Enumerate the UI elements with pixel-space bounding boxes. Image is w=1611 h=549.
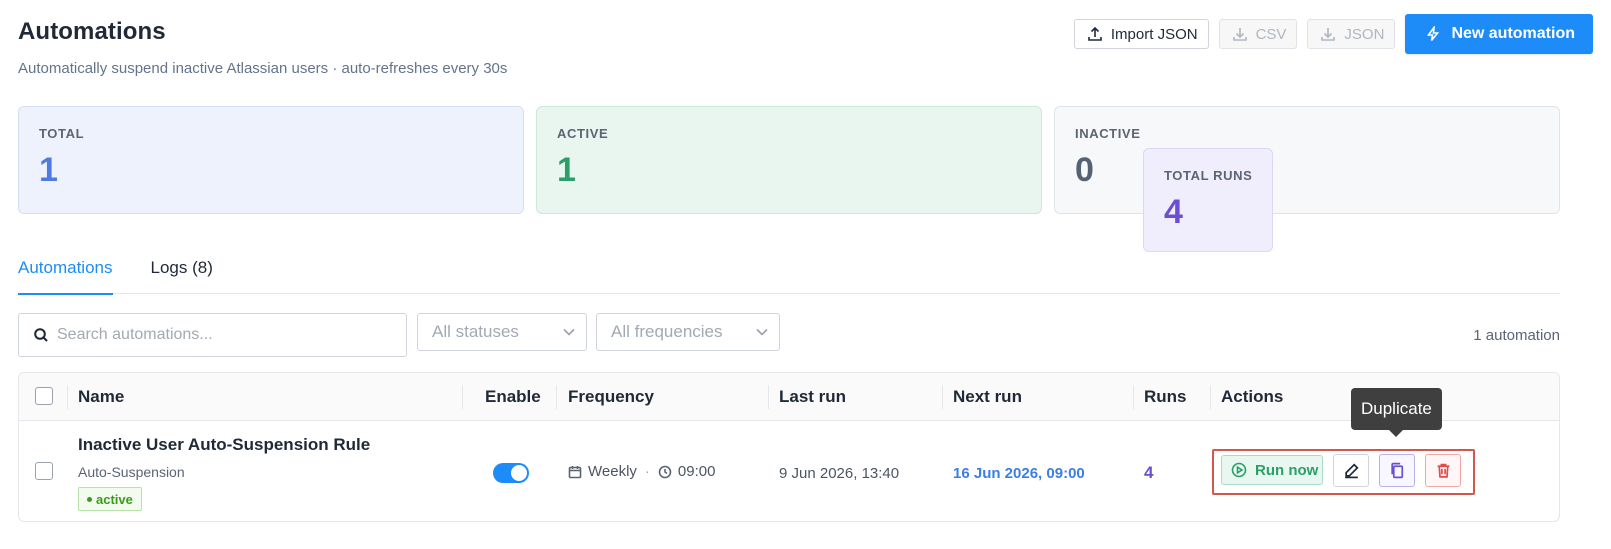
pencil-icon	[1344, 463, 1359, 479]
stat-value: 4	[1164, 193, 1183, 231]
tab-bar: Automations Logs (8)	[18, 248, 1560, 295]
filter-toolbar: All statuses All frequencies 1 automatio…	[18, 313, 1560, 357]
copy-icon	[1390, 462, 1403, 479]
lightning-icon	[1427, 26, 1440, 41]
stat-card-total: TOTAL 1	[18, 106, 524, 214]
column-divider	[1210, 385, 1211, 409]
tab-automations[interactable]: Automations	[18, 248, 113, 295]
status-filter-select[interactable]: All statuses	[417, 313, 587, 351]
stat-card-active: ACTIVE 1	[536, 106, 1042, 214]
search-box[interactable]	[18, 313, 407, 357]
stats-row: TOTAL 1 ACTIVE 1 INACTIVE 0 TOTAL RUNS 4	[18, 106, 1560, 252]
status-filter-value: All statuses	[432, 322, 519, 341]
status-badge: active	[78, 487, 142, 511]
last-run-value: 9 Jun 2026, 13:40	[779, 465, 900, 482]
column-header-name[interactable]: Name	[78, 387, 124, 407]
frequency-value: Weekly	[588, 463, 637, 480]
stat-label: TOTAL RUNS	[1164, 168, 1253, 183]
stat-value: 1	[39, 151, 58, 189]
edit-button[interactable]	[1333, 454, 1369, 487]
import-json-button[interactable]: Import JSON	[1073, 19, 1209, 49]
column-divider	[462, 385, 463, 409]
status-dot-icon	[87, 496, 92, 502]
new-automation-label: New automation	[1451, 25, 1575, 42]
automations-table: Name Enable Frequency Last run Next run …	[18, 372, 1560, 522]
stat-label: TOTAL	[39, 126, 85, 141]
new-automation-button[interactable]: New automation	[1405, 14, 1593, 54]
table-header: Name Enable Frequency Last run Next run …	[19, 373, 1559, 421]
enable-toggle[interactable]	[493, 463, 529, 483]
frequency-cell: Weekly · 09:00	[568, 463, 715, 480]
column-divider	[556, 385, 557, 409]
row-checkbox[interactable]	[35, 462, 53, 480]
stat-card-total-runs: TOTAL RUNS 4	[1143, 148, 1274, 252]
search-input[interactable]	[57, 326, 387, 344]
column-header-last-run[interactable]: Last run	[779, 387, 846, 407]
column-divider	[67, 385, 68, 409]
export-csv-label: CSV	[1255, 25, 1287, 43]
column-divider	[768, 385, 769, 409]
column-divider	[942, 385, 943, 409]
chevron-down-icon	[756, 328, 768, 336]
frequency-filter-value: All frequencies	[611, 322, 723, 341]
result-count: 1 automation	[1473, 327, 1560, 344]
run-now-label: Run now	[1255, 461, 1319, 479]
separator-dot: ·	[644, 463, 650, 480]
duplicate-button[interactable]	[1379, 454, 1415, 487]
automation-name[interactable]: Inactive User Auto-Suspension Rule	[78, 435, 370, 455]
import-json-label: Import JSON	[1110, 25, 1198, 43]
play-circle-icon	[1231, 462, 1247, 478]
column-divider	[1133, 385, 1134, 409]
calendar-icon	[568, 465, 582, 478]
runs-count: 4	[1144, 463, 1154, 482]
column-header-next-run[interactable]: Next run	[953, 387, 1022, 407]
download-icon	[1232, 28, 1247, 41]
column-header-frequency[interactable]: Frequency	[568, 387, 654, 407]
column-header-enable[interactable]: Enable	[485, 387, 541, 407]
page-header: Automations Automatically suspend inacti…	[18, 14, 1593, 88]
duplicate-tooltip: Duplicate	[1351, 388, 1442, 437]
automation-type: Auto-Suspension	[78, 464, 185, 480]
stat-card-inactive: INACTIVE 0	[1054, 106, 1560, 214]
delete-button[interactable]	[1425, 454, 1461, 487]
select-all-checkbox[interactable]	[35, 387, 53, 405]
tab-logs[interactable]: Logs (8)	[151, 248, 213, 294]
header-actions: Import JSON CSV JSON New automation	[1073, 14, 1593, 54]
next-run-value: 16 Jun 2026, 09:00	[953, 465, 1085, 482]
stat-label: INACTIVE	[1075, 126, 1141, 141]
table-row[interactable]: Inactive User Auto-Suspension Rule Auto-…	[19, 421, 1559, 521]
status-badge-label: active	[96, 491, 133, 507]
stat-value: 1	[557, 151, 576, 189]
time-value: 09:00	[677, 463, 716, 480]
column-header-actions: Actions	[1221, 387, 1284, 406]
download-icon	[1321, 28, 1336, 41]
clock-icon	[658, 465, 672, 478]
frequency-filter-select[interactable]: All frequencies	[596, 313, 780, 351]
page-subtitle: Automatically suspend inactive Atlassian…	[18, 60, 508, 77]
stat-label: ACTIVE	[557, 126, 609, 141]
export-json-label: JSON	[1344, 25, 1385, 43]
search-icon	[34, 328, 48, 342]
chevron-down-icon	[563, 328, 575, 336]
run-now-button[interactable]: Run now	[1221, 455, 1323, 485]
upload-icon	[1088, 26, 1102, 41]
export-json-button[interactable]: JSON	[1307, 19, 1396, 49]
export-csv-button[interactable]: CSV	[1218, 19, 1298, 49]
trash-icon	[1437, 463, 1449, 478]
column-header-runs[interactable]: Runs	[1144, 387, 1187, 407]
